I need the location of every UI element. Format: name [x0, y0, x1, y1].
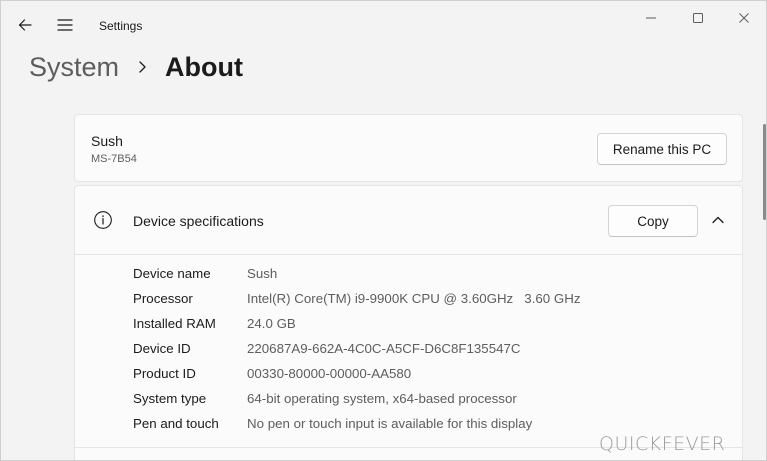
copy-button[interactable]: Copy [608, 205, 698, 237]
minimize-button[interactable] [628, 5, 674, 31]
breadcrumb: System About [29, 47, 243, 87]
spec-label: System type [133, 391, 207, 406]
chevron-up-icon [712, 216, 724, 224]
spec-value: No pen or touch input is available for t… [247, 416, 533, 431]
pc-model: MS-7B54 [91, 153, 137, 165]
device-specifications-card: Device specifications Copy Device name S… [74, 185, 743, 460]
title-bar: Settings [1, 1, 766, 49]
spec-value: 00330-80000-00000-AA580 [247, 366, 412, 381]
pc-name: Sush [91, 133, 123, 149]
close-button[interactable] [721, 5, 766, 31]
scrollbar[interactable] [763, 124, 766, 220]
spec-value: 24.0 GB [247, 316, 296, 331]
spec-value: 220687A9-662A-4C0C-A5CF-D6C8F135547C [247, 341, 521, 356]
watermark: QUICKFEVER [599, 433, 726, 455]
device-specifications-header[interactable]: Device specifications Copy [75, 186, 742, 255]
collapse-button[interactable] [704, 205, 732, 235]
rename-pc-button[interactable]: Rename this PC [597, 133, 727, 165]
navigation-menu-button[interactable] [51, 11, 79, 39]
minimize-icon [646, 17, 656, 19]
hamburger-menu-icon [57, 19, 73, 31]
maximize-icon [693, 13, 703, 23]
maximize-button[interactable] [675, 5, 721, 31]
page-title: About [165, 51, 243, 82]
device-specifications-title: Device specifications [133, 213, 264, 229]
info-icon [94, 211, 112, 229]
spec-value: 64-bit operating system, x64-based proce… [247, 391, 517, 406]
back-button[interactable] [11, 11, 39, 39]
chevron-right-icon [137, 60, 147, 74]
spec-label: Processor [133, 291, 193, 306]
spec-label: Device ID [133, 341, 191, 356]
close-icon [739, 13, 749, 23]
spec-label: Device name [133, 266, 211, 281]
spec-label: Installed RAM [133, 316, 216, 331]
spec-value: Intel(R) Core(TM) i9-9900K CPU @ 3.60GHz… [247, 291, 581, 306]
app-title: Settings [99, 19, 143, 33]
back-arrow-icon [18, 19, 32, 31]
spec-value: Sush [247, 266, 278, 281]
settings-window: Settings System About Sush MS-7B54 Renam… [0, 0, 767, 461]
spec-label: Product ID [133, 366, 196, 381]
pc-name-card: Sush MS-7B54 Rename this PC [74, 114, 743, 182]
breadcrumb-system[interactable]: System [29, 52, 119, 83]
spec-label: Pen and touch [133, 416, 219, 431]
